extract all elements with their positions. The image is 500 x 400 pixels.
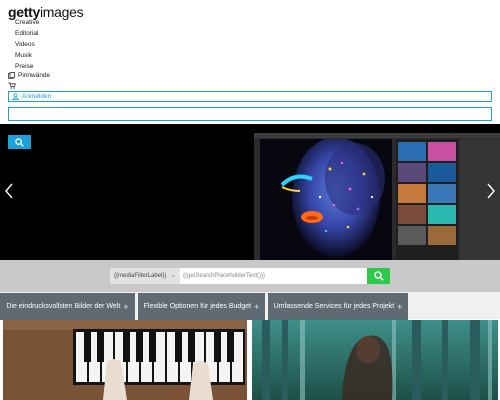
nav-item-videos[interactable]: Videos [15,39,39,50]
thumbnail-panel [396,139,458,260]
login-label: Anmelden [22,93,52,100]
carousel-next-button[interactable] [487,183,495,203]
piano-photo [3,320,247,400]
plus-icon: + [254,301,260,312]
nav-item-musik[interactable]: Musik [15,50,39,61]
thumbnail [398,142,426,161]
thumbnail [398,184,426,203]
thumbnail [398,226,426,245]
carousel-prev-button[interactable] [5,183,13,203]
thumbnail [428,184,456,203]
chevron-right-icon [487,183,495,199]
thumbnail [428,226,456,245]
media-filter-dropdown[interactable]: {{mediaFilterLabel}} ⌄ [110,268,180,284]
main-nav: Creative Editorial Videos Musik Preise [15,17,39,72]
search-icon [373,271,384,281]
feature-label: Flexible Optionen für jedes Budget [143,303,252,310]
chevron-left-icon [5,183,13,199]
photo-tile[interactable] [3,320,247,400]
nav-item-preise[interactable]: Preise [15,61,39,72]
logo-light-text: images [39,4,84,20]
feature-tab-services[interactable]: Umfassende Services für jedes Projekt + [268,293,408,320]
hero-image [254,133,500,260]
photo-tile[interactable] [252,320,498,400]
login-button[interactable]: Anmelden [8,91,492,102]
boards-label: Pinnwände [18,72,51,79]
thumbnail [428,163,456,182]
feature-tab-images[interactable]: Die eindrucksvollsten Bilder der Welt + [0,293,135,320]
search-icon [15,137,24,147]
feature-label: Die eindrucksvollsten Bilder der Welt [6,303,121,310]
plus-icon: + [397,301,403,312]
header-search-input[interactable] [8,107,492,121]
media-filter-label: {{mediaFilterLabel}} [114,273,167,279]
boards-link[interactable]: Pinnwände [8,72,50,79]
feature-label: Umfassende Services für jedes Projekt [273,303,395,310]
search-band-input[interactable]: {{getSearchPlaceholderText()}} [180,268,367,284]
thumbnail [398,163,426,182]
editor-toolbar [254,133,500,138]
nav-item-creative[interactable]: Creative [15,17,39,28]
header-search-button[interactable] [8,135,31,149]
search-band-button[interactable] [367,268,390,284]
plus-icon: + [123,301,129,312]
chevron-down-icon: ⌄ [170,273,176,279]
boards-icon [8,72,15,79]
portrait-canvas [260,139,392,260]
feature-tab-options[interactable]: Flexible Optionen für jedes Budget + [138,293,265,320]
thumbnail [428,142,456,161]
glitter-portrait-image [260,139,392,260]
cart-link[interactable] [8,82,16,89]
forest-photo [252,320,498,400]
thumbnail [398,205,426,224]
user-icon [12,93,19,100]
nav-item-editorial[interactable]: Editorial [15,28,39,39]
cart-icon [8,82,16,89]
thumbnail [428,205,456,224]
